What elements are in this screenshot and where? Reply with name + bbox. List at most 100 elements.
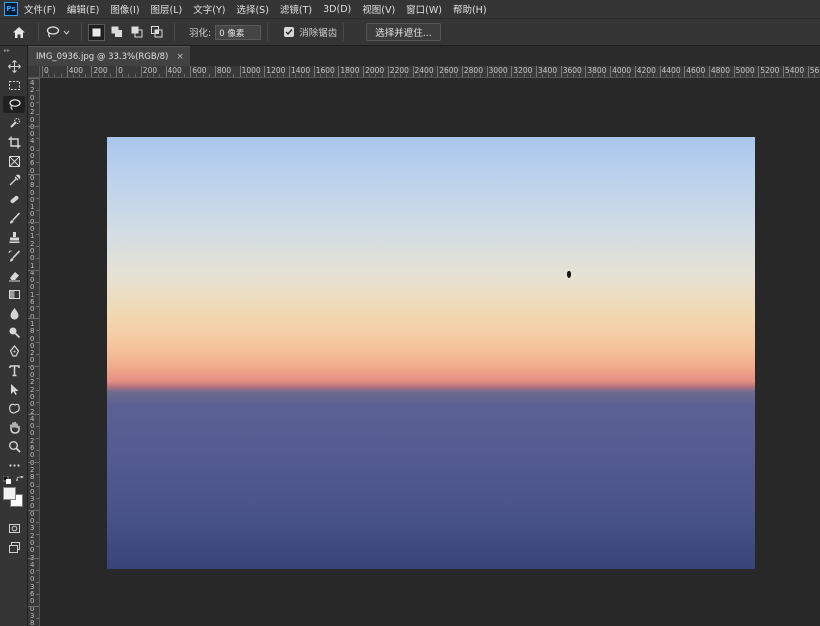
- default-colors-icon[interactable]: [3, 476, 11, 484]
- stamp-icon: [9, 231, 19, 243]
- ruler-minor-tick: [381, 74, 383, 77]
- eraser-tool-button[interactable]: [3, 267, 25, 285]
- marquee-tool-button[interactable]: [3, 77, 25, 95]
- vertical-ruler[interactable]: 4200200040060080010001200140016001800200…: [28, 78, 40, 626]
- menu-view[interactable]: 视图(V): [362, 2, 395, 16]
- menu-filter[interactable]: 滤镜(T): [280, 2, 312, 16]
- collapse-panel-icon[interactable]: ▸▸: [0, 46, 27, 56]
- quick-select-icon: [9, 117, 20, 128]
- menu-3d[interactable]: 3D(D): [323, 4, 351, 15]
- lasso-icon: [46, 26, 60, 38]
- ruler-tick: [28, 510, 39, 511]
- menu-select[interactable]: 选择(S): [236, 2, 268, 16]
- marquee-icon: [8, 80, 20, 90]
- home-button[interactable]: [6, 21, 32, 43]
- ruler-origin[interactable]: [28, 66, 40, 78]
- ruler-minor-tick: [603, 74, 605, 77]
- document-image[interactable]: [107, 137, 755, 569]
- menu-bar: Ps 文件(F) 编辑(E) 图像(I) 图层(L) 文字(Y) 选择(S) 滤…: [0, 0, 820, 18]
- ruler-tick: [758, 66, 760, 77]
- quick-mask-button[interactable]: [3, 520, 25, 538]
- home-icon: [13, 26, 25, 38]
- ruler-minor-tick: [431, 74, 433, 77]
- canvas-area[interactable]: [40, 78, 820, 626]
- history-brush-tool-button[interactable]: [3, 248, 25, 266]
- ruler-minor-tick: [146, 74, 148, 77]
- ruler-minor-tick: [97, 74, 99, 77]
- screen-mode-button[interactable]: [3, 539, 25, 557]
- menu-file[interactable]: 文件(F): [24, 2, 56, 16]
- ruler-minor-tick: [184, 74, 186, 77]
- ruler-minor-tick: [745, 74, 747, 77]
- ruler-minor-tick: [301, 74, 303, 77]
- ruler-minor-tick: [640, 74, 642, 77]
- pen-tool-button[interactable]: [3, 343, 25, 361]
- menu-type[interactable]: 文字(Y): [193, 2, 225, 16]
- tools-list: [0, 58, 27, 475]
- path-select-tool-button[interactable]: [3, 381, 25, 399]
- feather-input[interactable]: 0 像素: [215, 24, 262, 40]
- type-tool-button[interactable]: [3, 362, 25, 380]
- ruler-tick: [91, 66, 93, 77]
- swap-colors-icon[interactable]: [16, 476, 24, 484]
- dodge-icon: [9, 327, 20, 338]
- horizontal-ruler[interactable]: 0 400 200 0 200 400 600 800 1000 1200 1400 1600 1800…: [40, 66, 820, 78]
- ruler-minor-tick: [424, 74, 426, 77]
- ruler-tick: [363, 66, 365, 77]
- ruler-minor-tick: [251, 74, 253, 77]
- menu-image[interactable]: 图像(I): [110, 2, 139, 16]
- ruler-minor-tick: [690, 74, 692, 77]
- ruler-minor-tick: [739, 74, 741, 77]
- ruler-minor-tick: [480, 74, 482, 77]
- ruler-tick: [214, 66, 216, 77]
- hand-tool-button[interactable]: [3, 419, 25, 437]
- antialias-label: 消除锯齿: [299, 28, 338, 39]
- antialias-checkbox[interactable]: [284, 27, 295, 37]
- menu-window[interactable]: 窗口(W): [406, 2, 442, 16]
- frame-tool-button[interactable]: [3, 153, 25, 171]
- crop-tool-button[interactable]: [3, 134, 25, 152]
- stamp-tool-button[interactable]: [3, 229, 25, 247]
- chevron-down-icon: [63, 30, 70, 35]
- document-tab[interactable]: IMG_0936.jpg @ 33.3%(RGB/8) ×: [28, 46, 190, 66]
- lasso-tool-button[interactable]: [3, 95, 25, 113]
- ruler-minor-tick: [468, 74, 470, 77]
- select-and-mask-button[interactable]: 选择并遮住...: [366, 23, 441, 41]
- menu-layer[interactable]: 图层(L): [151, 2, 183, 16]
- subtract-from-selection-button[interactable]: [128, 24, 145, 41]
- eyedropper-tool-button[interactable]: [3, 172, 25, 190]
- ruler-minor-tick: [671, 74, 673, 77]
- move-tool-button[interactable]: [3, 58, 25, 76]
- ruler-tick: [684, 66, 686, 77]
- healing-brush-tool-button[interactable]: [3, 191, 25, 209]
- quick-select-tool-button[interactable]: [3, 115, 25, 133]
- menu-edit[interactable]: 编辑(E): [67, 2, 99, 16]
- bird-silhouette: [567, 271, 571, 278]
- blur-tool-button[interactable]: [3, 305, 25, 323]
- ruler-minor-tick: [400, 74, 402, 77]
- close-icon[interactable]: ×: [176, 52, 184, 62]
- ruler-minor-tick: [153, 74, 155, 77]
- menu-help[interactable]: 帮助(H): [453, 2, 487, 16]
- ruler-minor-tick: [122, 74, 124, 77]
- dodge-tool-button[interactable]: [3, 324, 25, 342]
- intersect-selection-button[interactable]: [148, 24, 165, 41]
- ruler-label: 200: [142, 66, 158, 75]
- ruler-minor-tick: [245, 74, 247, 77]
- gradient-tool-button[interactable]: [3, 286, 25, 304]
- ruler-minor-tick: [548, 74, 550, 77]
- add-to-selection-button[interactable]: [108, 24, 125, 41]
- ruler-minor-tick: [221, 74, 223, 77]
- zoom-tool-button[interactable]: [3, 438, 25, 456]
- ruler-tick: [28, 606, 39, 607]
- foreground-color-swatch[interactable]: [3, 487, 16, 500]
- history-brush-icon: [8, 250, 20, 262]
- ruler-minor-tick: [770, 74, 772, 77]
- tool-preset-picker[interactable]: [45, 25, 75, 39]
- new-selection-button[interactable]: [88, 23, 105, 41]
- brush-tool-button[interactable]: [3, 210, 25, 228]
- more-tools-tool-button[interactable]: [3, 457, 25, 475]
- ruler-tick: [165, 66, 167, 77]
- shape-tool-button[interactable]: [3, 400, 25, 418]
- ruler-tick: [486, 66, 488, 77]
